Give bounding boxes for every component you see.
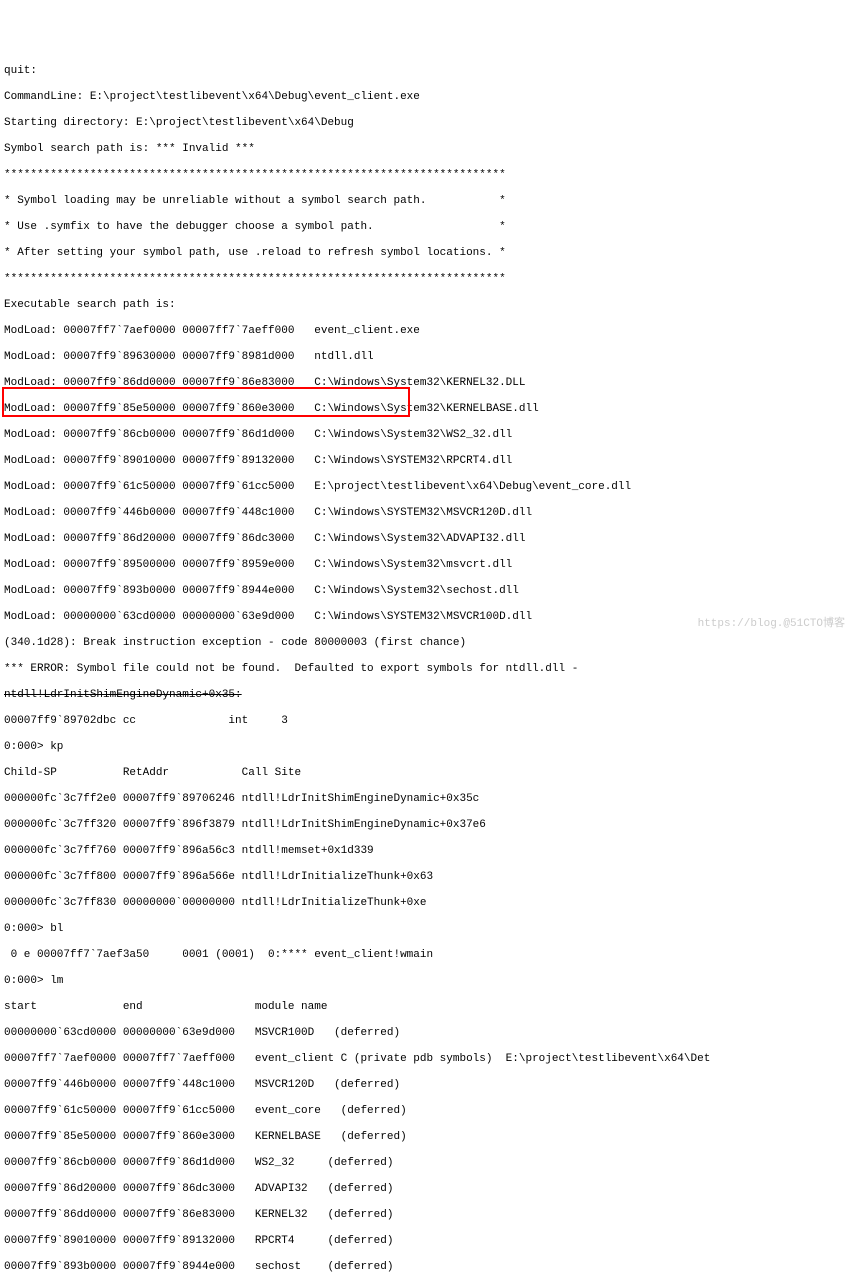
kp-row: 000000fc`3c7ff760 00007ff9`896a56c3 ntdl… xyxy=(4,845,853,858)
lm-header: start end module name xyxy=(4,1001,853,1014)
note-line-3: * After setting your symbol path, use .r… xyxy=(4,247,853,260)
kp-row: 000000fc`3c7ff320 00007ff9`896f3879 ntdl… xyxy=(4,819,853,832)
lm-row: 00007ff9`89010000 00007ff9`89132000 RPCR… xyxy=(4,1235,853,1248)
lm-row: 00000000`63cd0000 00000000`63e9d000 MSVC… xyxy=(4,1027,853,1040)
modload-row: ModLoad: 00007ff9`89010000 00007ff9`8913… xyxy=(4,455,853,468)
kp-header: Child-SP RetAddr Call Site xyxy=(4,767,853,780)
stars-bottom: ****************************************… xyxy=(4,273,853,286)
kp-row: 000000fc`3c7ff800 00007ff9`896a566e ntdl… xyxy=(4,871,853,884)
modload-row: ModLoad: 00007ff9`85e50000 00007ff9`860e… xyxy=(4,403,853,416)
lm-prompt[interactable]: 0:000> lm xyxy=(4,975,853,988)
highlighted-instruction: 00007ff9`89702dbc cc int 3 xyxy=(4,715,853,728)
commandline: CommandLine: E:\project\testlibevent\x64… xyxy=(4,91,853,104)
watermark: https://blog.@51CTO博客 xyxy=(698,618,845,631)
lm-row: 00007ff9`893b0000 00007ff9`8944e000 sech… xyxy=(4,1261,853,1274)
note-line-1: * Symbol loading may be unreliable witho… xyxy=(4,195,853,208)
modload-row: ModLoad: 00007ff9`61c50000 00007ff9`61cc… xyxy=(4,481,853,494)
kp-row: 000000fc`3c7ff2e0 00007ff9`89706246 ntdl… xyxy=(4,793,853,806)
modload-row: ModLoad: 00007ff9`86dd0000 00007ff9`86e8… xyxy=(4,377,853,390)
lm-row: 00007ff9`61c50000 00007ff9`61cc5000 even… xyxy=(4,1105,853,1118)
kp-row: 000000fc`3c7ff830 00000000`00000000 ntdl… xyxy=(4,897,853,910)
note-line-2: * Use .symfix to have the debugger choos… xyxy=(4,221,853,234)
starting-directory: Starting directory: E:\project\testlibev… xyxy=(4,117,853,130)
lm-row: 00007ff7`7aef0000 00007ff7`7aeff000 even… xyxy=(4,1053,853,1066)
lm-row: 00007ff9`85e50000 00007ff9`860e3000 KERN… xyxy=(4,1131,853,1144)
kp-prompt[interactable]: 0:000> kp xyxy=(4,741,853,754)
lm-row: 00007ff9`86d20000 00007ff9`86dc3000 ADVA… xyxy=(4,1183,853,1196)
symbol-search-path: Symbol search path is: *** Invalid *** xyxy=(4,143,853,156)
modload-row: ModLoad: 00007ff9`893b0000 00007ff9`8944… xyxy=(4,585,853,598)
modload-row: ModLoad: 00007ff9`89500000 00007ff9`8959… xyxy=(4,559,853,572)
modload-row: ModLoad: 00007ff9`446b0000 00007ff9`448c… xyxy=(4,507,853,520)
lm-row: 00007ff9`86dd0000 00007ff9`86e83000 KERN… xyxy=(4,1209,853,1222)
debugger-terminal[interactable]: quit: CommandLine: E:\project\testlibeve… xyxy=(0,52,857,1278)
lm-row: 00007ff9`446b0000 00007ff9`448c1000 MSVC… xyxy=(4,1079,853,1092)
bl-row: 0 e 00007ff7`7aef3a50 0001 (0001) 0:****… xyxy=(4,949,853,962)
exec-search-path: Executable search path is: xyxy=(4,299,853,312)
modload-row: ModLoad: 00007ff9`86d20000 00007ff9`86dc… xyxy=(4,533,853,546)
lm-row: 00007ff9`86cb0000 00007ff9`86d1d000 WS2_… xyxy=(4,1157,853,1170)
quit-line: quit: xyxy=(4,65,853,78)
stars-top: ****************************************… xyxy=(4,169,853,182)
modload-row: ModLoad: 00007ff9`86cb0000 00007ff9`86d1… xyxy=(4,429,853,442)
error-line: *** ERROR: Symbol file could not be foun… xyxy=(4,663,853,676)
modload-row: ModLoad: 00007ff7`7aef0000 00007ff7`7aef… xyxy=(4,325,853,338)
bl-prompt[interactable]: 0:000> bl xyxy=(4,923,853,936)
modload-row: ModLoad: 00007ff9`89630000 00007ff9`8981… xyxy=(4,351,853,364)
struck-line: ntdll!LdrInitShimEngineDynamic+0x35: xyxy=(4,689,853,702)
